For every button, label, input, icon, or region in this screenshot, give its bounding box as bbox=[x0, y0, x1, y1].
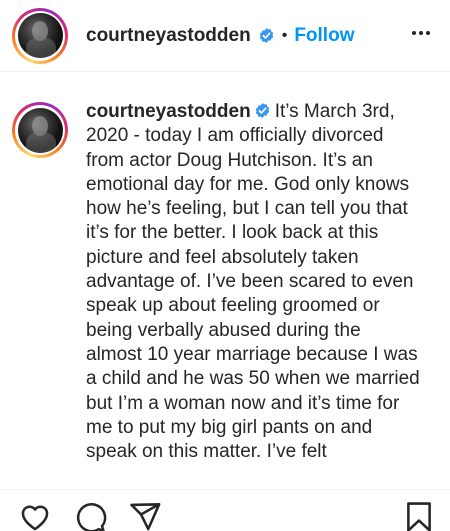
caption-username[interactable]: courtneyastodden bbox=[86, 101, 251, 122]
action-bar bbox=[0, 489, 450, 531]
header-username[interactable]: courtneyastodden bbox=[86, 26, 251, 45]
heart-icon[interactable] bbox=[18, 500, 52, 531]
avatar-photo bbox=[17, 107, 63, 153]
avatar-photo bbox=[17, 13, 63, 58]
verified-badge-icon bbox=[259, 28, 273, 43]
caption-body: It’s March 3rd, 2020 - today I am offici… bbox=[86, 101, 420, 463]
header-user-block: courtneyastodden • Follow bbox=[86, 26, 354, 45]
post-caption: courtneyastodden It’s March 3rd, 2020 - t… bbox=[12, 100, 442, 488]
comment-icon[interactable] bbox=[73, 500, 107, 531]
follow-button[interactable]: Follow bbox=[294, 26, 354, 45]
paper-plane-icon[interactable] bbox=[128, 500, 162, 531]
bookmark-icon[interactable] bbox=[402, 500, 436, 531]
dot-separator: • bbox=[281, 26, 288, 44]
caption-avatar[interactable] bbox=[12, 102, 68, 158]
header-avatar[interactable] bbox=[12, 7, 68, 64]
caption-text: courtneyastodden It’s March 3rd, 2020 - t… bbox=[86, 100, 420, 488]
post-header: courtneyastodden • Follow bbox=[0, 0, 450, 72]
verified-badge-icon bbox=[255, 103, 269, 118]
more-options-icon[interactable] bbox=[408, 20, 434, 46]
